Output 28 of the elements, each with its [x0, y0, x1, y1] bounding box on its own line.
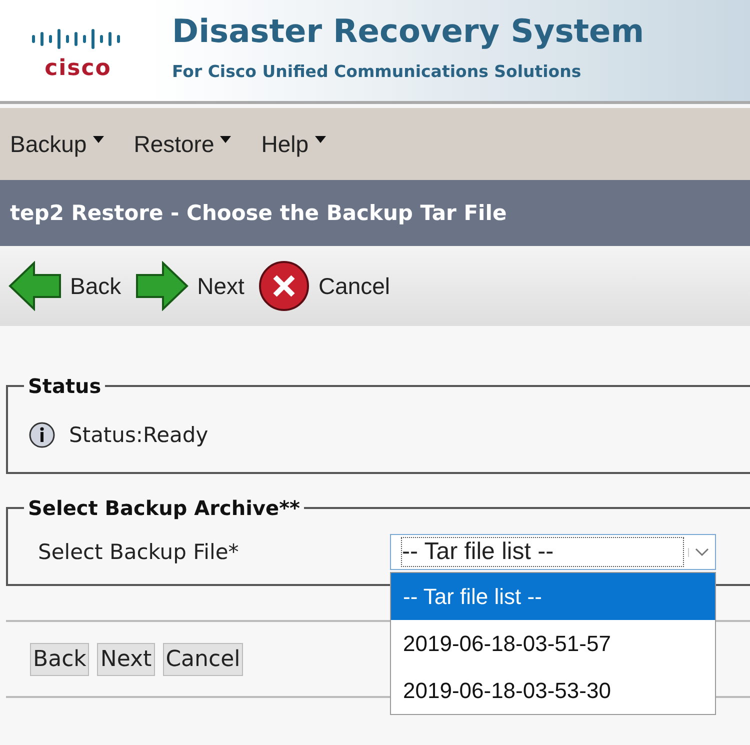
toolbar-button[interactable]: Back	[8, 261, 122, 311]
field-label: Select Backup File*	[38, 540, 240, 564]
page-title: tep2 Restore - Choose the Backup Tar File	[9, 201, 507, 225]
dropdown-option[interactable]: 2019-06-18-03-51-57	[391, 620, 715, 667]
right-arrow-icon	[135, 261, 190, 311]
app-title: Disaster Recovery System	[172, 12, 644, 50]
caret-icon	[92, 136, 104, 142]
form-button[interactable]: Cancel	[162, 642, 244, 676]
panel-legend: Select Backup Archive**	[24, 496, 304, 520]
app-subtitle: For Cisco Unified Communications Solutions	[172, 62, 582, 81]
status-text: Status:Ready	[69, 423, 208, 447]
form-button[interactable]: Back	[30, 642, 90, 676]
menu-item[interactable]: Restore	[130, 130, 236, 158]
caret-icon	[314, 136, 326, 142]
left-arrow-icon	[8, 261, 62, 311]
dropdown-option[interactable]: 2019-06-18-03-53-30	[391, 667, 715, 714]
menu-item[interactable]: Help	[257, 130, 330, 158]
logo-text: cisco	[44, 56, 112, 80]
info-icon	[29, 422, 55, 448]
toolbar-button[interactable]: Cancel	[258, 260, 390, 312]
backup-file-dropdown[interactable]: -- Tar file list --	[390, 534, 716, 570]
dropdown-option[interactable]: -- Tar file list --	[391, 573, 715, 620]
cancel-icon	[258, 260, 310, 312]
menu-item[interactable]: Backup	[6, 130, 108, 158]
panel-legend: Status	[24, 374, 106, 398]
toolbar-button[interactable]: Next	[135, 261, 244, 311]
caret-icon	[220, 136, 232, 142]
form-button[interactable]: Next	[97, 642, 155, 676]
